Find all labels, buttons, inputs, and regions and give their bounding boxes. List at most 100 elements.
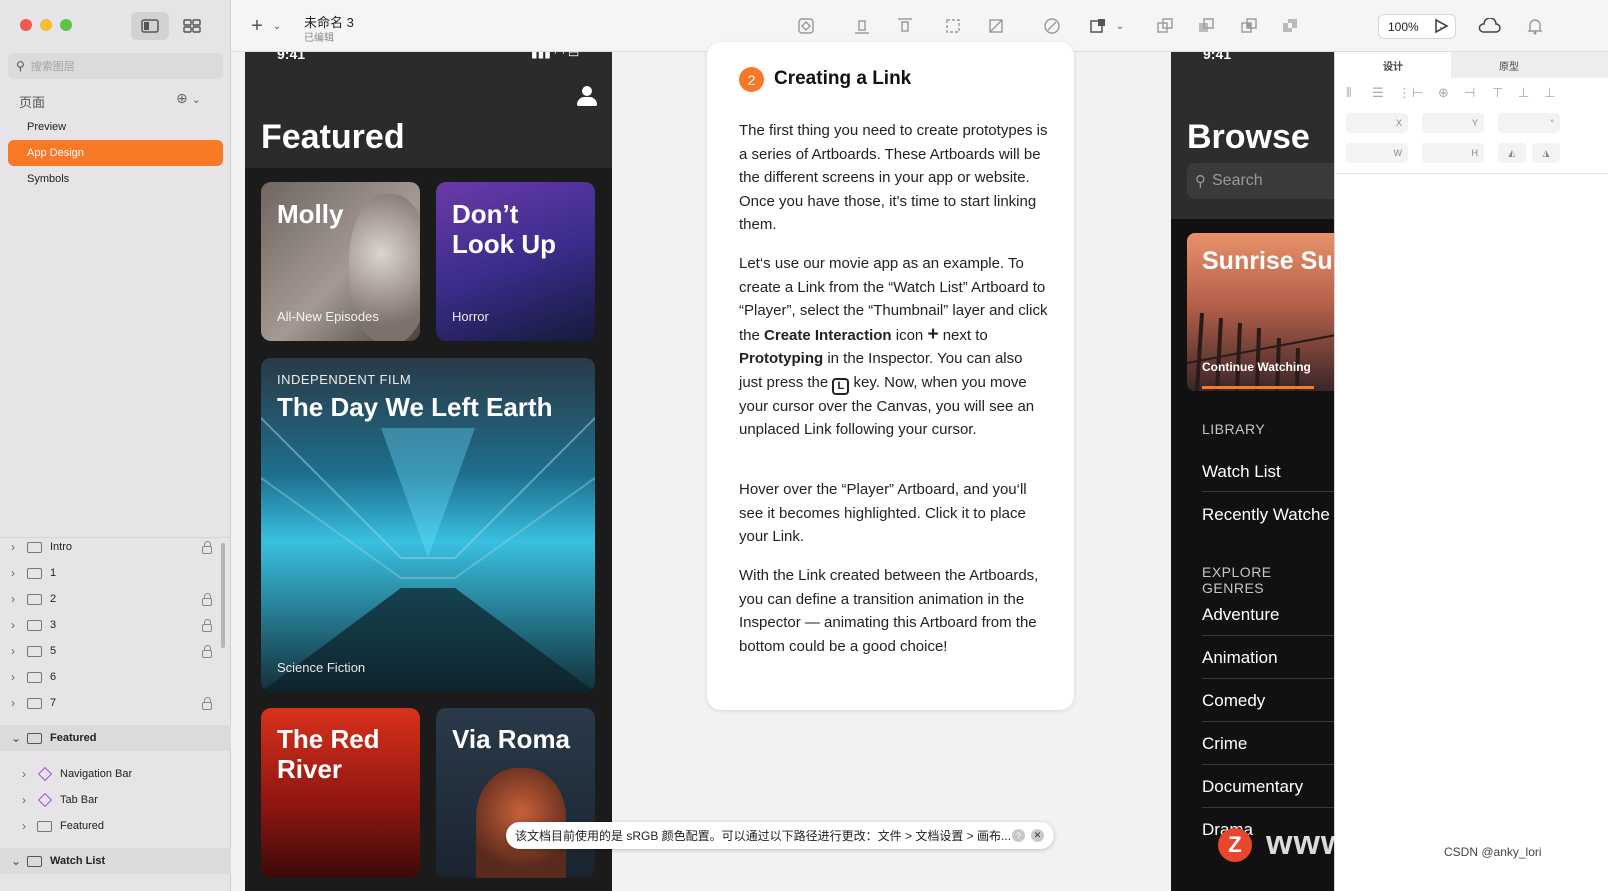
layer-artboard-intro[interactable]: › Intro [0, 534, 224, 560]
tab-design[interactable]: 设计 [1335, 52, 1451, 78]
zoom-window-button[interactable] [60, 19, 72, 31]
paragraph-1: The first thing you need to create proto… [739, 122, 1048, 233]
section-header-genres: EXPLORE GENRES [1202, 564, 1272, 596]
align-bottom-icon[interactable] [852, 16, 872, 36]
browse-search-input[interactable]: ⚲ Search [1187, 163, 1334, 199]
intersect-icon[interactable] [1239, 16, 1259, 36]
align-center-icon[interactable]: ⊕ [1438, 85, 1449, 101]
align-right-icon[interactable]: ⊣ [1464, 85, 1475, 101]
transform-icon[interactable] [986, 16, 1006, 36]
layer-name: 1 [50, 567, 57, 579]
close-icon[interactable]: ✕ [1031, 829, 1044, 842]
distribute-vertical-icon[interactable]: ☰ [1372, 85, 1384, 101]
width-input[interactable]: W [1346, 143, 1408, 163]
list-item-genre[interactable]: Animation [1202, 648, 1334, 668]
layer-artboard-1[interactable]: › 1 [0, 560, 224, 586]
insert-plus-icon[interactable]: + [247, 15, 267, 37]
page-item-preview[interactable]: Preview [8, 114, 223, 140]
union-icon[interactable] [1155, 16, 1175, 36]
card-molly[interactable]: Molly All-New Episodes [261, 182, 420, 341]
x-input[interactable]: X [1346, 113, 1408, 133]
layer-artboard-5[interactable]: › 5 [0, 638, 224, 664]
card-kicker: INDEPENDENT FILM [277, 372, 412, 387]
edit-pen-icon[interactable] [1042, 16, 1062, 36]
paragraph-3: Hover over the “Player” Artboard, and yo… [739, 481, 1027, 545]
card-via-roma[interactable]: Via Roma [436, 708, 595, 878]
layer-artboard-2[interactable]: › 2 [0, 586, 224, 612]
subtract-icon[interactable] [1196, 16, 1216, 36]
frame-icon[interactable] [943, 16, 963, 36]
lock-icon[interactable] [202, 541, 212, 554]
list-item-genre[interactable]: Documentary [1202, 777, 1334, 797]
paragraph-4: With the Link created between the Artboa… [739, 567, 1039, 655]
layer-search-input[interactable]: ⚲ 搜索图层 [8, 53, 223, 79]
layer-artboard-6[interactable]: › 6 [0, 664, 224, 690]
lock-icon[interactable] [202, 645, 212, 658]
layer-name: 6 [50, 671, 57, 683]
divider [1335, 173, 1608, 174]
page-item-app-design[interactable]: App Design [8, 140, 223, 166]
align-top-icon[interactable] [895, 16, 915, 36]
more-dots-icon[interactable]: ⋮ [1398, 85, 1411, 101]
list-item-recently-watched[interactable]: Recently Watche [1202, 505, 1334, 525]
card-dont-look-up[interactable]: Don’t Look Up Horror [436, 182, 595, 341]
layer-navigation-bar[interactable]: › Navigation Bar [0, 761, 224, 787]
chevron-down-icon[interactable]: ⌄ [1110, 16, 1130, 36]
user-profile-icon[interactable] [577, 86, 597, 106]
list-item-genre[interactable]: Adventure [1202, 605, 1334, 625]
align-left-icon[interactable]: ⊢ [1412, 85, 1423, 101]
align-top-icon[interactable]: ⊤ [1492, 85, 1503, 101]
page-item-symbols[interactable]: Symbols [8, 166, 223, 192]
resize-icon[interactable] [1088, 16, 1108, 36]
layer-artboard-3[interactable]: › 3 [0, 612, 224, 638]
artboard-browse[interactable]: 9:41 Browse ⚲ Search Sunrise Sun Continue… [1171, 52, 1334, 891]
layer-artboard-watch-list[interactable]: ⌄ Watch List [0, 848, 231, 874]
list-item-genre[interactable]: Comedy [1202, 691, 1334, 711]
create-symbol-icon[interactable] [796, 16, 816, 36]
layer-featured-group[interactable]: › Featured [0, 813, 224, 839]
list-item-genre[interactable]: Crime [1202, 734, 1334, 754]
folder-icon [37, 820, 52, 832]
chevron-down-icon[interactable]: ⌄ [267, 16, 287, 36]
folder-icon [27, 567, 42, 579]
artboard-featured[interactable]: 9:41 ▮▮▮ ◠ ▭ Featured Molly All-New Epis… [245, 52, 612, 891]
canvas[interactable]: 9:41 ▮▮▮ ◠ ▭ Featured Molly All-New Epis… [231, 42, 1378, 891]
cloud-icon[interactable] [1476, 16, 1502, 36]
lock-icon[interactable] [202, 697, 212, 710]
flip-vertical-icon[interactable]: ◮ [1532, 143, 1560, 163]
list-item-watch-list[interactable]: Watch List [1202, 462, 1334, 482]
signal-wifi-battery-icon: ▮▮▮ ◠ ▭ [531, 52, 580, 60]
height-input[interactable]: H [1422, 143, 1484, 163]
sidebar-toggle-button[interactable] [131, 12, 169, 40]
layers-scrollbar[interactable] [221, 543, 225, 648]
layer-artboard-featured[interactable]: ⌄ Featured [0, 725, 231, 751]
folder-icon [27, 593, 42, 605]
grid-view-button[interactable] [173, 12, 211, 40]
folder-icon [27, 645, 42, 657]
card-title: The Day We Left Earth [277, 392, 553, 422]
help-icon[interactable]: ? [1012, 829, 1025, 842]
distribute-horizontal-icon[interactable]: ⫴ [1346, 85, 1351, 101]
tab-prototype[interactable]: 原型 [1451, 52, 1567, 78]
card-the-red-river[interactable]: The Red River [261, 708, 420, 878]
minimize-window-button[interactable] [40, 19, 52, 31]
layer-tab-bar[interactable]: › Tab Bar [0, 787, 224, 813]
add-page-button[interactable]: ⊕ ⌄ [176, 90, 201, 107]
hero-card[interactable]: Sunrise Sun Continue Watching [1187, 233, 1334, 391]
align-bottom-icon[interactable]: ⊥ [1544, 85, 1555, 101]
lock-icon[interactable] [202, 619, 212, 632]
difference-icon[interactable] [1280, 16, 1300, 36]
divider [1202, 635, 1334, 636]
notification-bell-icon[interactable] [1525, 16, 1545, 36]
card-title: The Red River [277, 724, 380, 784]
lock-icon[interactable] [202, 593, 212, 606]
card-the-day-we-left-earth[interactable]: INDEPENDENT FILM The Day We Left Earth S… [261, 358, 595, 692]
play-preview-icon[interactable] [1431, 16, 1451, 36]
rotation-input[interactable]: ° [1498, 113, 1560, 133]
close-window-button[interactable] [20, 19, 32, 31]
flip-horizontal-icon[interactable]: ◭ [1498, 143, 1526, 163]
y-input[interactable]: Y [1422, 113, 1484, 133]
layer-artboard-7[interactable]: › 7 [0, 690, 224, 716]
align-middle-icon[interactable]: ⊥ [1518, 85, 1529, 101]
color-profile-notice: 该文档目前使用的是 sRGB 颜色配置。可以通过以下路径进行更改：文件 > 文档… [506, 822, 1054, 849]
